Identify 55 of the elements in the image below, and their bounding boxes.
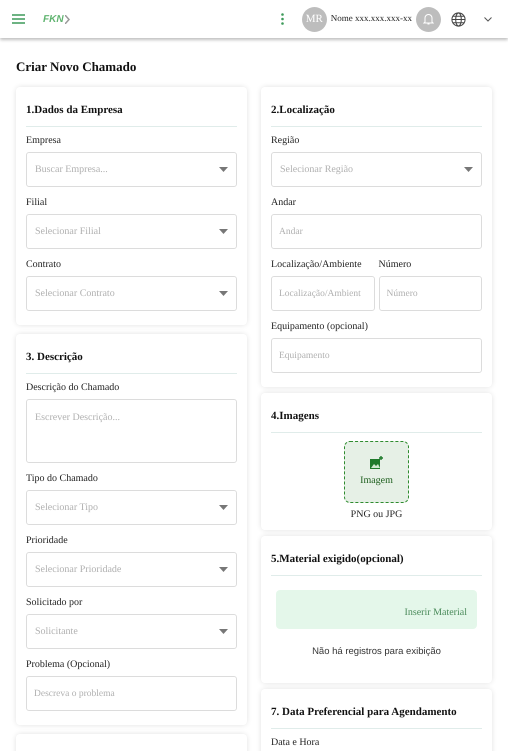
select-field[interactable]: Buscar Empresa... — [26, 152, 237, 187]
field-label: Filial — [26, 197, 48, 209]
caret-icon — [219, 505, 228, 510]
select-field[interactable]: Selecionar Região — [271, 152, 482, 187]
section-title: 5.Material exigido(opcional) — [271, 553, 404, 565]
globe-icon[interactable] — [451, 12, 466, 26]
field-label: Empresa — [26, 135, 61, 147]
empty-message: Não há registros para exibição — [312, 645, 441, 659]
field-label: Prioridade — [26, 535, 68, 547]
caret-icon — [219, 291, 228, 296]
select-field[interactable]: Selecionar Contrato — [26, 276, 237, 311]
bell-icon — [423, 13, 434, 25]
input-field[interactable]: Andar — [271, 214, 482, 249]
caret-icon — [464, 167, 473, 172]
logo: FKN — [43, 12, 70, 26]
menu-icon[interactable] — [12, 14, 25, 24]
image-upload-button[interactable]: Imagem — [344, 441, 409, 503]
section-title: 2.Localização — [271, 104, 335, 116]
select-field[interactable]: Selecionar Prioridade — [26, 552, 237, 587]
input-field[interactable]: Número — [378, 276, 482, 311]
field-label: Problema (Opcional) — [26, 659, 110, 671]
select-field[interactable]: Selecionar Filial — [26, 214, 237, 249]
input-field[interactable]: Descreva o problema — [26, 676, 237, 711]
chevron-down-icon[interactable] — [484, 16, 492, 22]
file-type-hint: PNG ou JPG — [350, 508, 402, 522]
section-title: 3. Descrição — [26, 351, 83, 363]
field-label: Descrição do Chamado — [26, 382, 120, 394]
textarea-field[interactable]: Escrever Descrição... — [26, 399, 237, 463]
caret-icon — [219, 167, 228, 172]
notification-button[interactable] — [416, 6, 441, 32]
field-label: Contrato — [26, 259, 61, 271]
add-image-icon — [370, 456, 383, 469]
caret-icon — [219, 229, 228, 234]
more-options-icon[interactable] — [280, 13, 284, 25]
field-label: Andar — [271, 197, 296, 209]
field-label: Número — [378, 259, 412, 271]
user-name: Nome xxx.xxx.xxx-xx — [330, 12, 412, 26]
field-label: Equipamento (opcional) — [271, 321, 368, 333]
avatar[interactable]: MR — [302, 6, 327, 32]
page-title: Criar Novo Chamado — [16, 59, 136, 74]
field-label: Solicitado por — [26, 597, 82, 609]
section-title: 4.Imagens — [271, 410, 319, 422]
field-label: Data e Hora — [271, 737, 320, 750]
caret-icon — [219, 629, 228, 634]
input-field[interactable]: Localização/Ambient — [271, 276, 374, 311]
field-label: Localização/Ambiente — [271, 259, 362, 271]
section-title: 7. Data Preferencial para Agendamento — [271, 706, 457, 718]
insert-material-button[interactable]: Inserir Material — [276, 590, 477, 629]
caret-icon — [219, 567, 228, 572]
select-field[interactable]: Selecionar Tipo — [26, 490, 237, 525]
field-label: Região — [271, 135, 300, 147]
input-field[interactable]: Equipamento — [271, 338, 482, 373]
select-field[interactable]: Solicitante — [26, 614, 237, 649]
section-title: 1.Dados da Empresa — [26, 104, 123, 116]
field-label: Tipo do Chamado — [26, 473, 98, 485]
